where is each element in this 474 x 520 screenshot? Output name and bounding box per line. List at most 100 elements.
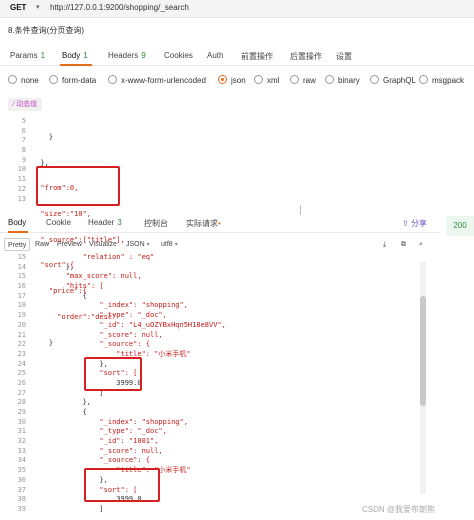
line-number: 39 (17, 504, 26, 513)
radio-graphql[interactable]: GraphQL (370, 75, 416, 85)
line-number: 7 (21, 136, 26, 145)
code-line: { (32, 291, 87, 300)
radio-xml[interactable]: xml (254, 75, 279, 85)
status-badge: 200 (446, 216, 474, 236)
line-number: 32 (17, 437, 26, 446)
code-line: }, (32, 262, 75, 271)
code-line: ] (32, 504, 104, 513)
line-number: 10 (17, 165, 26, 174)
tab-settings[interactable]: 设置 (336, 51, 352, 62)
code-line: }, (32, 398, 92, 407)
line-number: 12 (17, 184, 26, 193)
line-number: 5 (21, 117, 26, 125)
tab-pre-ops[interactable]: 前置操作 (241, 51, 273, 62)
request-tabs: Params 1 Body 1 Headers 9 Cookies Auth 前置操作… (0, 46, 474, 66)
tab-body[interactable]: Body 1 (62, 51, 88, 60)
line-number: 11 (17, 175, 26, 184)
active-response-tab-indicator (8, 231, 28, 233)
line-number: 18 (17, 301, 26, 310)
line-number: 38 (17, 495, 26, 504)
method-select[interactable]: GET (10, 3, 26, 12)
line-number: 13 (17, 194, 26, 203)
code-line: "_id": "1001", (32, 437, 159, 446)
code-line: "_type": "_doc", (32, 311, 167, 320)
preview-button[interactable]: Preview (54, 238, 85, 251)
line-gutter: 5 6 7 8 9 10 11 12 13 (0, 117, 26, 204)
tab-params[interactable]: Params 1 (10, 51, 45, 60)
line-number: 17 (17, 291, 26, 300)
line-number: 14 (17, 262, 26, 271)
tab-response-cookie[interactable]: Cookie (46, 218, 71, 227)
line-number: 6 (21, 126, 26, 135)
search-icon[interactable]: ⌕ (416, 238, 426, 251)
code-line: "_source": { (32, 456, 151, 465)
tab-cookies[interactable]: Cookies (164, 51, 193, 60)
code-line: "_source": { (32, 340, 151, 349)
line-number: 31 (17, 427, 26, 436)
code-line: "_index": "shopping", (32, 417, 188, 426)
line-number: 15 (17, 253, 26, 261)
share-icon: ⇪ (402, 219, 409, 228)
code-line: "max_score": null, (32, 272, 142, 281)
highlight-box-response-sort-1 (84, 357, 142, 391)
code-line: { (32, 408, 87, 416)
line-number: 21 (17, 330, 26, 339)
code-line: "relation" : "eq" (32, 253, 155, 261)
tab-auth[interactable]: Auth (207, 51, 223, 60)
response-tabs: Body Cookie Header 3 控制台 实际请求• ⇪ 分享 (0, 213, 440, 233)
line-number: 20 (17, 320, 26, 329)
code-line: "_id": "L4_uOZYBxHqn5H18e8VV", (32, 320, 226, 329)
line-number: 34 (17, 456, 26, 465)
response-toolbar: Pretty Raw Preview Visualize JSON ▾ utf8 ▾… (0, 236, 440, 253)
response-body-viewer[interactable]: 15 14 15 16 17 18 19 20 21 22 23 24 25 26 27 28 29 30 31 32… (0, 253, 440, 520)
radio-json[interactable]: json (218, 75, 246, 85)
dynamic-value-button[interactable]: ⁄ 动态值 (8, 98, 43, 111)
line-number: 26 (17, 378, 26, 387)
radio-none[interactable]: none (8, 75, 39, 85)
radio-binary[interactable]: binary (325, 75, 360, 85)
line-number: 23 (17, 349, 26, 358)
chevron-down-icon[interactable]: ▾ (36, 3, 40, 11)
code-line: "hits": [ (32, 282, 104, 291)
copy-icon[interactable]: ⧉ (398, 238, 409, 251)
tab-post-ops[interactable]: 后置操作 (290, 51, 322, 62)
tab-actual-request[interactable]: 实际请求• (186, 218, 221, 229)
tab-response-header[interactable]: Header 3 (88, 218, 122, 227)
line-number: 8 (21, 146, 26, 155)
line-number: 37 (17, 485, 26, 494)
code-line: } (32, 133, 54, 141)
tab-response-body[interactable]: Body (8, 218, 26, 227)
share-button[interactable]: ⇪ 分享 (402, 218, 427, 229)
encoding-select[interactable]: utf8 ▾ (158, 238, 181, 251)
radio-x-www-form-urlencoded[interactable]: x-www-form-urlencoded (108, 75, 206, 85)
pretty-button[interactable]: Pretty (4, 238, 31, 251)
code-line: "_score": null, (32, 330, 163, 339)
scrollbar-thumb[interactable] (420, 296, 426, 406)
radio-form-data[interactable]: form-data (49, 75, 96, 85)
raw-button[interactable]: Raw (32, 238, 52, 251)
request-name[interactable]: 8.条件查询(分页查询) (8, 25, 84, 36)
line-number: 36 (17, 475, 26, 484)
download-icon[interactable]: ⤓ (380, 238, 389, 251)
line-number: 16 (17, 282, 26, 291)
radio-raw[interactable]: raw (290, 75, 316, 85)
line-number: 22 (17, 340, 26, 349)
highlight-box-response-sort-2 (84, 468, 160, 502)
visualize-button[interactable]: Visualize (86, 238, 120, 251)
format-select[interactable]: JSON ▾ (123, 238, 153, 251)
body-type-group: none form-data x-www-form-urlencoded jso… (0, 70, 474, 90)
tab-console[interactable]: 控制台 (144, 218, 168, 229)
line-number: 28 (17, 398, 26, 407)
code-line: "_type": "_doc", (32, 427, 167, 436)
line-number: 27 (17, 388, 26, 397)
line-number: 29 (17, 408, 26, 416)
code-line: "_index": "shopping", (32, 301, 188, 310)
url-input[interactable]: http://127.0.0.1:9200/shopping/_search (50, 3, 189, 12)
line-number: 9 (21, 155, 26, 164)
line-number: 35 (17, 466, 26, 475)
highlight-box-request-sort (36, 166, 120, 206)
tab-headers[interactable]: Headers 9 (108, 51, 146, 60)
line-gutter: 15 14 15 16 17 18 19 20 21 22 23 24 25 26 27 28 29 30 31 32… (0, 253, 26, 515)
radio-msgpack[interactable]: msgpack (419, 75, 464, 85)
line-number: 15 (17, 272, 26, 281)
